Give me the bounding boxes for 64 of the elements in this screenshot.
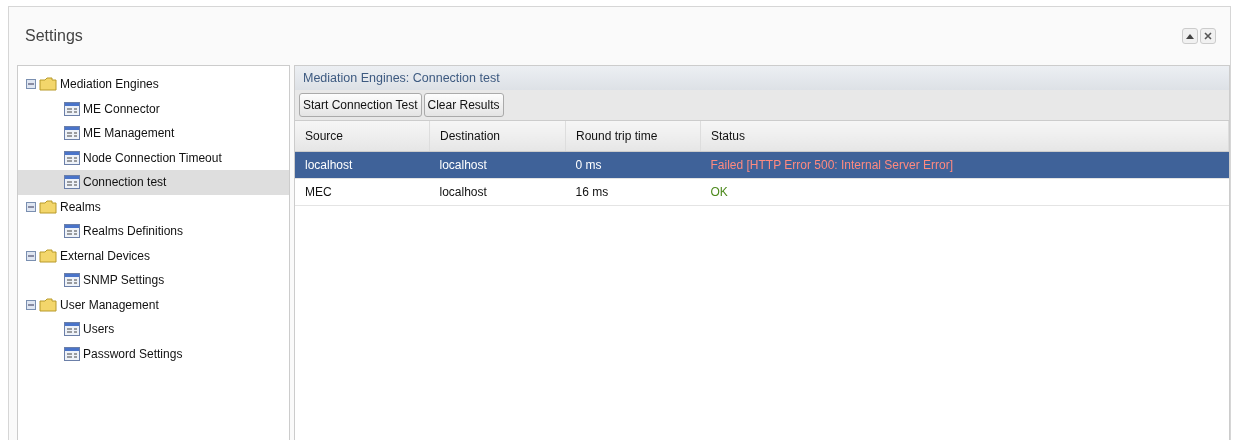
minus-icon bbox=[28, 252, 34, 259]
table-cell: MEC bbox=[295, 178, 430, 206]
tree-label: ME Management bbox=[83, 126, 175, 141]
folder-icon bbox=[39, 297, 57, 312]
form-icon bbox=[64, 175, 80, 190]
minus-icon bbox=[28, 203, 34, 210]
tree-item[interactable]: Realms bbox=[18, 194, 289, 219]
tree-item[interactable]: Node Connection Timeout bbox=[18, 145, 289, 170]
table-cell: 16 ms bbox=[565, 178, 701, 206]
form-icon bbox=[64, 346, 80, 361]
tree-item[interactable]: Password Settings bbox=[18, 341, 289, 366]
tree-label: User Management bbox=[60, 297, 159, 312]
column-header[interactable]: Destination bbox=[429, 121, 566, 152]
form-icon bbox=[64, 322, 80, 337]
tree-label: Realms bbox=[60, 199, 101, 214]
tree-item[interactable]: Mediation Engines bbox=[18, 72, 289, 97]
tree-item[interactable]: External Devices bbox=[18, 243, 289, 268]
collapse-toggle[interactable] bbox=[26, 299, 36, 310]
collapse-toggle[interactable] bbox=[26, 250, 36, 261]
minus-icon bbox=[28, 301, 34, 308]
tree-label: Realms Definitions bbox=[83, 224, 184, 239]
table-cell: localhost bbox=[429, 178, 566, 206]
folder-icon bbox=[39, 77, 57, 92]
column-header[interactable]: Status bbox=[700, 121, 1229, 152]
form-icon bbox=[64, 150, 80, 165]
close-button[interactable] bbox=[1200, 28, 1216, 44]
collapse-button[interactable] bbox=[1182, 28, 1198, 44]
tree-label: Node Connection Timeout bbox=[83, 150, 222, 165]
close-icon bbox=[1204, 32, 1212, 40]
toolbar-button[interactable]: Clear Results bbox=[423, 93, 504, 117]
tree-label: External Devices bbox=[60, 248, 151, 263]
tree-label: Connection test bbox=[83, 175, 167, 190]
tree-item[interactable]: Users bbox=[18, 317, 289, 342]
toolbar-button[interactable]: Start Connection Test bbox=[299, 93, 422, 117]
form-icon bbox=[64, 273, 80, 288]
window-title: Settings bbox=[25, 27, 83, 45]
form-icon bbox=[64, 224, 80, 239]
table-cell: localhost bbox=[295, 151, 430, 179]
tree-item[interactable]: Realms Definitions bbox=[18, 219, 289, 244]
tree-label: SNMP Settings bbox=[83, 273, 165, 288]
form-icon bbox=[64, 126, 80, 141]
tree-label: Password Settings bbox=[83, 346, 183, 361]
tree-item[interactable]: Connection test bbox=[18, 170, 289, 195]
tree-item[interactable]: SNMP Settings bbox=[18, 268, 289, 293]
minus-icon bbox=[28, 81, 34, 88]
table-cell: localhost bbox=[429, 151, 566, 179]
tree-item[interactable]: ME Connector bbox=[18, 96, 289, 121]
tree-item[interactable]: User Management bbox=[18, 292, 289, 317]
tree-label: Mediation Engines bbox=[60, 77, 159, 92]
collapse-toggle[interactable] bbox=[26, 201, 36, 212]
collapse-toggle[interactable] bbox=[26, 79, 36, 90]
folder-icon bbox=[39, 248, 57, 263]
collapse-icon bbox=[1186, 33, 1194, 39]
form-icon bbox=[64, 101, 80, 116]
tree-label: ME Connector bbox=[83, 101, 160, 116]
status-text: OK bbox=[710, 185, 728, 199]
tree-item[interactable]: ME Management bbox=[18, 121, 289, 146]
panel-title: Mediation Engines: Connection test bbox=[295, 66, 1229, 90]
column-header[interactable]: Round trip time bbox=[565, 121, 701, 152]
folder-icon bbox=[39, 199, 57, 214]
tree-label: Users bbox=[83, 322, 115, 337]
status-text: Failed [HTTP Error 500: Internal Server Error] bbox=[710, 158, 954, 172]
column-header[interactable]: Source bbox=[295, 121, 430, 152]
table-cell: 0 ms bbox=[565, 151, 701, 179]
